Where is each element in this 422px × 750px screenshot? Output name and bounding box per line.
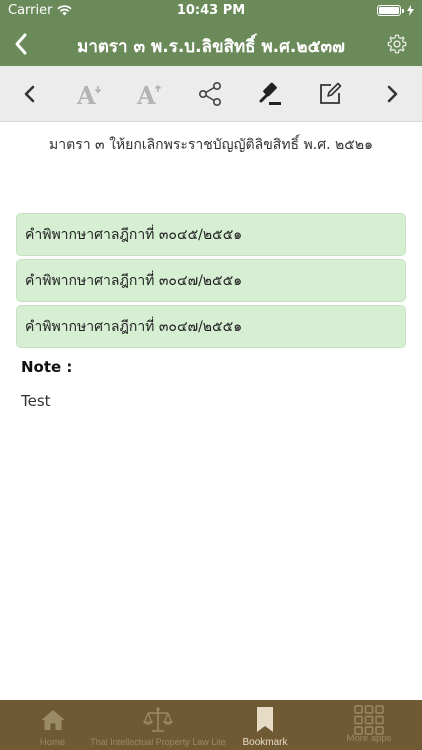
note-label: Note : bbox=[21, 358, 73, 376]
tab-more-apps-label: More apps bbox=[346, 733, 392, 744]
judgment-label: คำพิพากษาศาลฎีกาที่ ๓๐๔๕/๒๕๕๑ bbox=[25, 226, 243, 243]
font-increase-icon: A bbox=[136, 81, 162, 108]
tab-law-label: Thai Intellectual Property Law Lite bbox=[90, 737, 226, 747]
edit-icon bbox=[320, 82, 342, 104]
navigation-bar: มาตรา ๓ พ.ร.บ.ลิขสิทธิ์ พ.ศ.๒๕๓๗ bbox=[0, 22, 422, 66]
settings-button[interactable] bbox=[386, 33, 408, 55]
svg-text:A: A bbox=[136, 81, 156, 108]
tab-bookmark-label: Bookmark bbox=[242, 737, 288, 748]
toolbar: A A bbox=[0, 66, 422, 122]
font-decrease-icon: A bbox=[76, 81, 102, 108]
note-text: Test bbox=[21, 392, 51, 410]
status-bar: Carrier 10:43 PM bbox=[0, 0, 422, 22]
chevron-left-icon bbox=[24, 85, 35, 103]
judgment-item[interactable]: คำพิพากษาศาลฎีกาที่ ๓๐๔๕/๒๕๕๑ bbox=[16, 213, 406, 256]
font-decrease-button[interactable]: A bbox=[74, 78, 106, 110]
status-time: 10:43 PM bbox=[176, 3, 246, 18]
bookmark-icon bbox=[257, 707, 273, 732]
judgment-item[interactable]: คำพิพากษาศาลฎีกาที่ ๓๐๔๗/๒๕๕๑ bbox=[16, 259, 406, 302]
home-icon bbox=[41, 710, 64, 730]
share-button[interactable] bbox=[194, 78, 226, 110]
gavel-icon bbox=[259, 82, 281, 105]
tab-bookmark[interactable]: Bookmark bbox=[230, 700, 300, 750]
judgment-label: คำพิพากษาศาลฎีกาที่ ๓๐๔๗/๒๕๕๑ bbox=[25, 272, 243, 289]
svg-text:A: A bbox=[76, 81, 96, 108]
page-title: มาตรา ๓ พ.ร.บ.ลิขสิทธิ์ พ.ศ.๒๕๓๗ bbox=[77, 37, 345, 57]
battery-indicator bbox=[377, 5, 414, 16]
tab-home-label: Home bbox=[39, 737, 66, 748]
previous-button[interactable] bbox=[14, 78, 46, 110]
judgment-label: คำพิพากษาศาลฎีกาที่ ๓๐๔๗/๒๕๕๑ bbox=[25, 318, 243, 335]
scales-icon bbox=[143, 707, 173, 732]
charging-icon bbox=[407, 5, 414, 16]
next-button[interactable] bbox=[376, 78, 408, 110]
font-increase-button[interactable]: A bbox=[134, 78, 166, 110]
tab-bar: Home Thai Intellectual Property Law Lite… bbox=[0, 700, 422, 750]
chevron-right-icon bbox=[387, 85, 398, 103]
battery-icon bbox=[377, 5, 401, 16]
edit-note-button[interactable] bbox=[314, 78, 346, 110]
back-button[interactable] bbox=[10, 30, 36, 58]
judgment-button[interactable] bbox=[254, 78, 286, 110]
share-icon bbox=[198, 81, 221, 106]
chevron-left-icon bbox=[15, 33, 27, 55]
judgment-item[interactable]: คำพิพากษาศาลฎีกาที่ ๓๐๔๗/๒๕๕๑ bbox=[16, 305, 406, 348]
tab-law[interactable]: Thai Intellectual Property Law Lite bbox=[86, 700, 230, 750]
gear-icon bbox=[387, 34, 407, 54]
tab-more-apps[interactable]: More apps bbox=[316, 700, 422, 750]
section-text: มาตรา ๓ ให้ยกเลิกพระราชบัญญัติลิขสิทธิ์ … bbox=[49, 137, 373, 153]
grid-icon bbox=[354, 705, 384, 735]
